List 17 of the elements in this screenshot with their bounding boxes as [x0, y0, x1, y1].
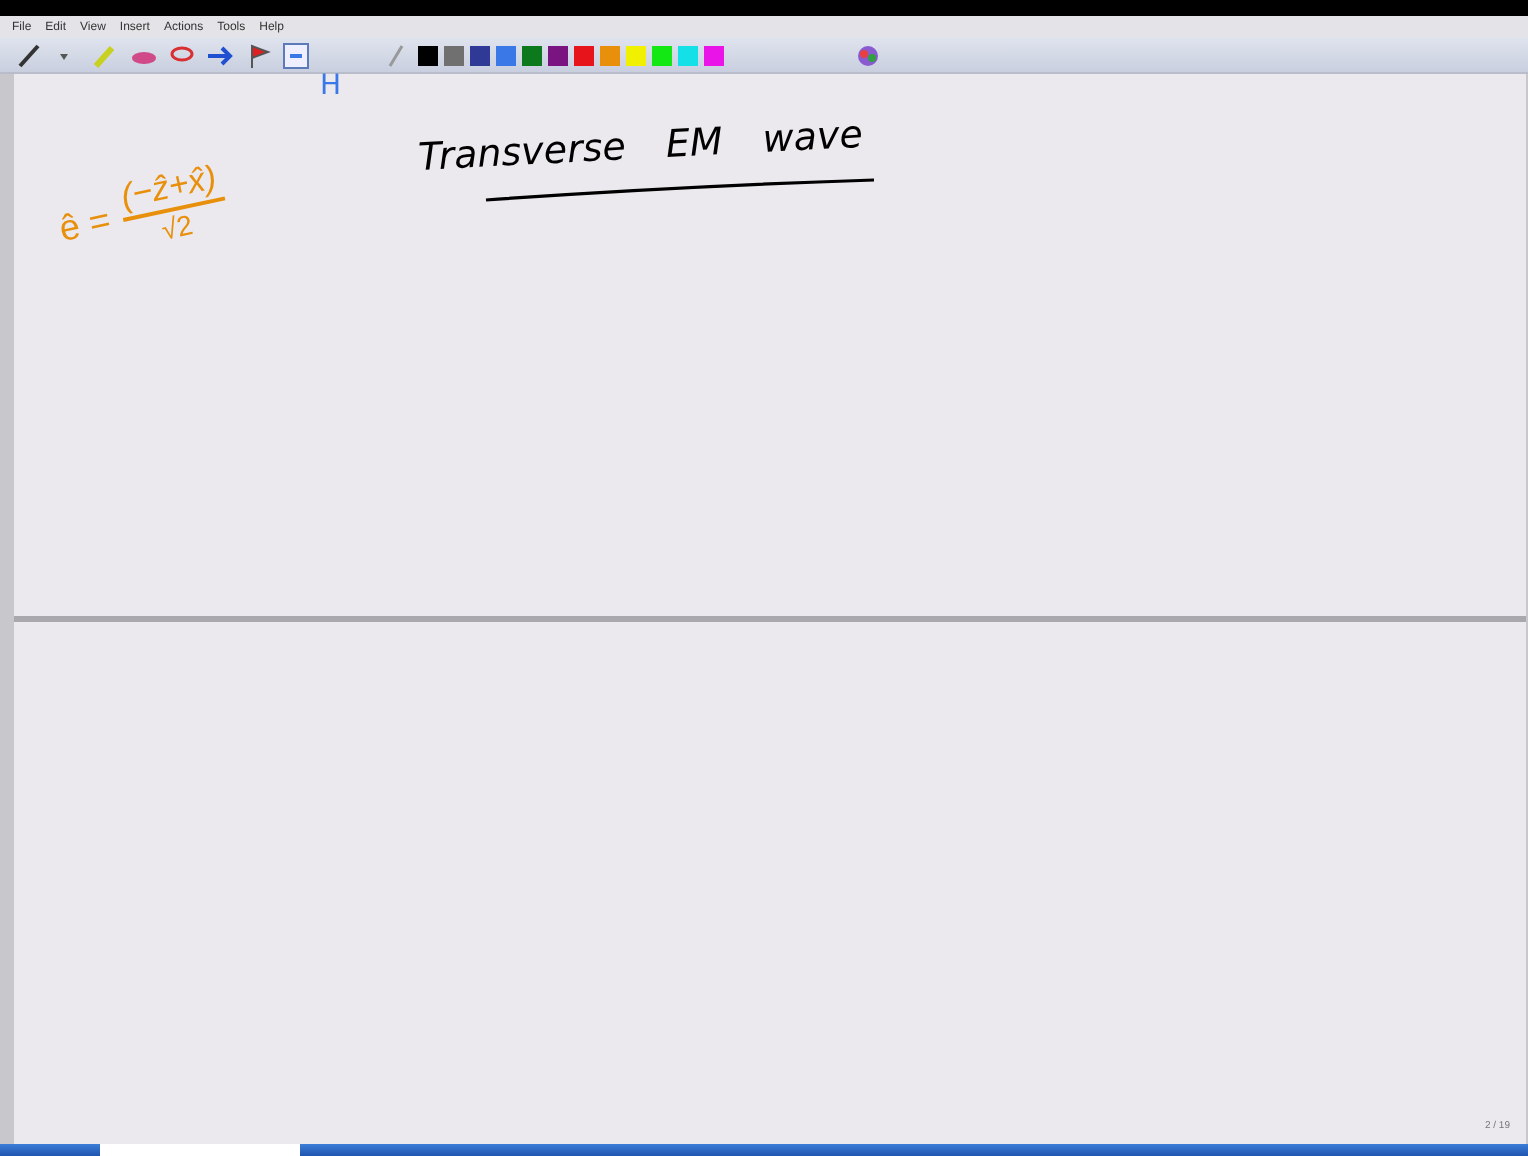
color-swatch[interactable]: [496, 45, 516, 65]
color-swatch[interactable]: [626, 45, 646, 65]
handwritten-letter: H: [320, 70, 342, 102]
color-swatch[interactable]: [574, 45, 594, 65]
handwritten-title: Transverse EM wave: [417, 112, 866, 180]
color-swatch[interactable]: [652, 45, 672, 65]
color-swatch[interactable]: [600, 45, 620, 65]
color-swatch[interactable]: [444, 45, 464, 65]
color-swatch[interactable]: [470, 45, 490, 65]
color-swatch[interactable]: [548, 45, 568, 65]
equation-lhs: ê =: [55, 198, 115, 250]
palette-icon[interactable]: [856, 43, 880, 67]
color-swatch[interactable]: [678, 45, 698, 65]
color-swatch[interactable]: [522, 45, 542, 65]
color-swatch[interactable]: [418, 45, 438, 65]
insert-space-icon[interactable]: [280, 39, 312, 71]
color-swatch[interactable]: [704, 45, 724, 65]
